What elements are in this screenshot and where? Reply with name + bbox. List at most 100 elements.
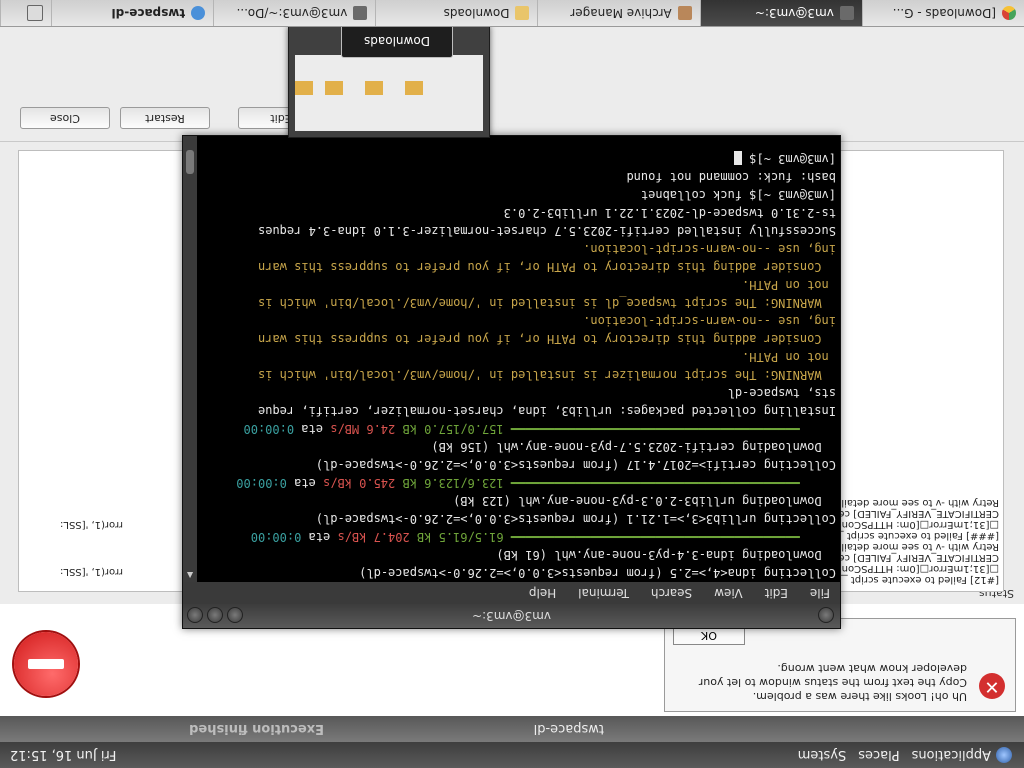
- exec-button-row: Edit Restart Close: [0, 61, 1024, 142]
- terminal-icon: [839, 6, 854, 20]
- error-line-1: Uh oh! Looks like there was a problem.: [752, 690, 967, 703]
- term-line: Downloading certifi-2023.5.7-py3-none-an…: [431, 440, 836, 454]
- task-downloads-browser[interactable]: [Downloads - G...: [861, 0, 1024, 26]
- close-button[interactable]: Close: [20, 107, 110, 129]
- progress-eta: 0:00:00: [250, 530, 302, 544]
- chrome-icon: [1002, 6, 1016, 20]
- task-label: Archive Manager: [570, 6, 672, 20]
- menu-search[interactable]: Search: [651, 586, 692, 600]
- prompt-line: [vm3@vm3 ~]$: [197, 150, 836, 168]
- progress-bar: ━━━━━━━━━━━━━━━━━━━━━━━━━━━━━━━━━━━━━━━━: [503, 422, 836, 436]
- term-line: Downloading urllib3-2.0.3-py3-none-any.w…: [453, 494, 836, 508]
- log-column-right: rror(1, '[SSL: rror(1, '[SSL:: [60, 519, 123, 585]
- menu-file[interactable]: File: [810, 586, 830, 600]
- menu-terminal[interactable]: Terminal: [578, 586, 629, 600]
- applications-label: Applications: [911, 747, 991, 763]
- error-icon: ✕: [979, 673, 1005, 699]
- progress-line: ━━━━━━━━━━━━━━━━━━━━━━━━━━━━━━━━━━━━━━━━…: [197, 420, 836, 438]
- log-line: □[31;1mError□[0m: HTTPSConn: [835, 563, 999, 574]
- log-line: Retry with -v to see more details: [836, 541, 999, 552]
- show-desktop-button[interactable]: [0, 0, 51, 26]
- task-label: [Downloads - G...: [892, 6, 996, 20]
- task-terminal-downloads[interactable]: vm3@vm3:~/Do...: [213, 0, 376, 26]
- progress-size: 61.5/61.5 kB: [416, 530, 504, 544]
- system-menu[interactable]: System: [798, 748, 846, 763]
- menu-edit[interactable]: Edit: [765, 586, 788, 600]
- term-line: Successfully installed certifi-2023.5.7 …: [258, 224, 836, 238]
- minimize-icon[interactable]: [227, 607, 243, 623]
- warning-line: ing, use --no-warn-script-location.: [583, 314, 836, 328]
- terminal-scrollbar[interactable]: ▲: [183, 136, 197, 582]
- term-line: ts-2.31.0 twspace-dl-2023.1.22.1 urllib3…: [503, 206, 836, 220]
- term-line: sts, twspace-dl: [727, 386, 836, 400]
- term-line: Collecting idna<4,>=2.5 (from requests<3…: [359, 566, 836, 580]
- eta-label: eta: [286, 476, 324, 490]
- log-line: CERTIFICATE_VERIFY_FAILED] certi: [827, 508, 999, 519]
- maximize-icon[interactable]: [207, 607, 223, 623]
- warning-line: Consider adding this directory to PATH o…: [258, 260, 836, 274]
- scroll-up-icon[interactable]: ▲: [185, 570, 195, 580]
- applications-menu[interactable]: Applications: [912, 747, 1012, 763]
- task-terminal[interactable]: vm3@vm3:~: [699, 0, 862, 26]
- task-label: Downloads: [443, 6, 510, 20]
- terminal-output[interactable]: Collecting idna<4,>=2.5 (from requests<3…: [197, 136, 840, 582]
- terminal-menubar: File Edit View Search Terminal Help: [183, 582, 840, 604]
- progress-bar: ━━━━━━━━━━━━━━━━━━━━━━━━━━━━━━━━━━━━━━━━: [503, 476, 836, 490]
- system-label: System: [797, 747, 847, 763]
- task-downloads[interactable]: Downloads: [375, 0, 538, 26]
- progress-eta: 0:00:00: [236, 476, 287, 490]
- folder-icon: [365, 81, 383, 95]
- term-line: Installing collected packages: urllib3, …: [258, 404, 836, 418]
- app-icon: [191, 6, 206, 20]
- log-line: [###] Failed to execute script __m: [823, 530, 999, 541]
- clock-label: Fri Jun 16, 15:12: [10, 747, 117, 763]
- distro-logo-icon: [996, 747, 1012, 763]
- downloads-window-preview[interactable]: Downloads: [288, 24, 490, 138]
- task-archive-manager[interactable]: Archive Manager: [537, 0, 700, 26]
- term-line: Collecting urllib3<3,>=1.21.1 (from requ…: [315, 512, 836, 526]
- exec-app-name: twspace-dl: [533, 721, 604, 736]
- menu-view[interactable]: View: [714, 586, 742, 600]
- eta-label: eta: [294, 422, 331, 436]
- progress-line: ━━━━━━━━━━━━━━━━━━━━━━━━━━━━━━━━━━━━━━━━…: [197, 474, 836, 492]
- folder-icon: [325, 81, 343, 95]
- terminal-window: vm3@vm3:~ File Edit View Search Terminal…: [182, 135, 841, 629]
- error-text: Uh oh! Looks like there was a problem. C…: [677, 661, 967, 703]
- log-line: □[31;1mError□[0m: HTTPSConn: [835, 519, 999, 530]
- preview-thumbnail: [295, 55, 483, 131]
- archive-icon: [677, 6, 692, 20]
- exec-window-title: Execution finished: [189, 721, 324, 736]
- warning-line: not on PATH.: [742, 278, 836, 292]
- log-line: CERTIFICATE_VERIFY_FAILED] certi: [827, 552, 999, 563]
- folder-icon: [405, 81, 423, 95]
- task-twspace-dl[interactable]: twspace-dl: [50, 0, 214, 26]
- places-menu[interactable]: Places: [858, 748, 899, 763]
- log-line: [#12] Failed to execute script __m: [827, 574, 999, 585]
- warning-line: ing, use --no-warn-script-location.: [583, 242, 836, 256]
- eta-label: eta: [301, 530, 338, 544]
- task-label: twspace-dl: [111, 6, 186, 20]
- restart-button[interactable]: Restart: [120, 107, 210, 129]
- warning-line: not on PATH.: [742, 350, 836, 364]
- scrollbar-thumb[interactable]: [186, 150, 194, 174]
- taskbar: [Downloads - G... vm3@vm3:~ Archive Mana…: [0, 0, 1024, 27]
- progress-speed: 204.7 kB/s: [337, 530, 410, 544]
- progress-line: ━━━━━━━━━━━━━━━━━━━━━━━━━━━━━━━━━━━━━━━━…: [197, 528, 836, 546]
- progress-bar: ━━━━━━━━━━━━━━━━━━━━━━━━━━━━━━━━━━━━━━━━: [503, 530, 836, 544]
- progress-speed: 24.6 MB/s: [330, 422, 396, 436]
- log-line: rror(1, '[SSL:: [60, 519, 123, 530]
- menu-help[interactable]: Help: [529, 586, 556, 600]
- exec-titlebar[interactable]: twspace-dl Execution finished: [0, 716, 1024, 742]
- clock[interactable]: Fri Jun 16, 15:12: [10, 748, 116, 763]
- terminal-title: vm3@vm3:~: [472, 609, 551, 623]
- task-label: vm3@vm3:~/Do...: [236, 6, 348, 20]
- warning-line: WARNING: The script twspace_dl is instal…: [258, 296, 836, 310]
- preview-label: Downloads: [341, 24, 453, 58]
- terminal-titlebar[interactable]: vm3@vm3:~: [183, 604, 840, 628]
- places-label: Places: [858, 747, 900, 763]
- log-line: Retry with -v to see more details: [836, 497, 999, 508]
- term-line: [vm3@vm3 ~]$ fuck collabnet: [640, 188, 836, 202]
- workspace-icon: [26, 5, 43, 21]
- close-icon[interactable]: [187, 607, 203, 623]
- progress-speed: 245.0 kB/s: [323, 476, 396, 490]
